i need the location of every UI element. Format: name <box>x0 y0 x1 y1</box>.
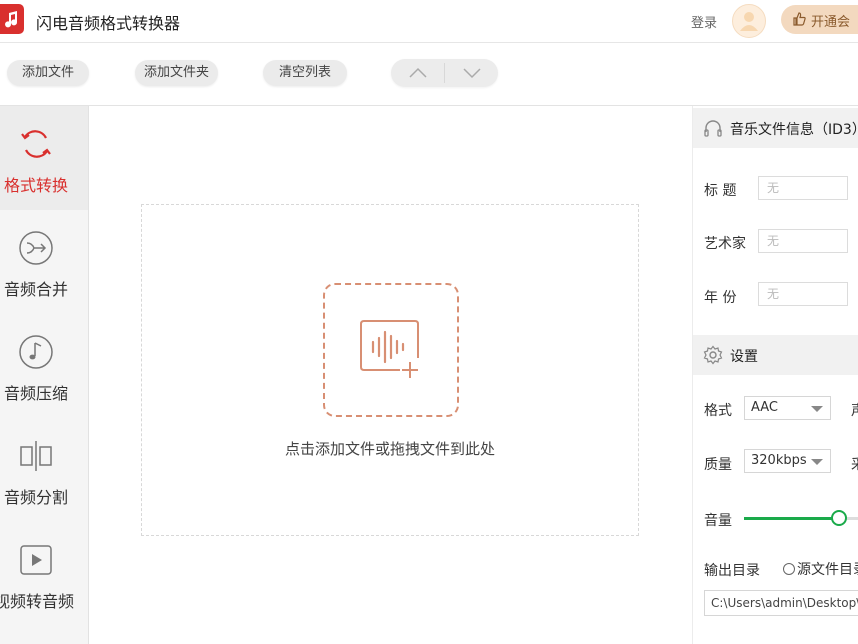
refresh-icon <box>21 130 51 158</box>
sample-rate-label: 采 <box>851 454 858 474</box>
format-value: AAC <box>751 400 778 415</box>
clear-list-button[interactable]: 清空列表 <box>263 60 347 86</box>
drop-hint: 点击添加文件或拖拽文件到此处 <box>284 440 495 458</box>
quality-value: 320kbps <box>751 453 807 468</box>
source-dir-label: 源文件目录 <box>797 562 858 578</box>
channel-label: 声 <box>851 400 858 420</box>
artist-label: 艺术家 <box>704 236 746 252</box>
output-path-field[interactable]: C:\Users\admin\Desktop\ <box>704 590 858 616</box>
source-dir-radio[interactable] <box>783 563 795 575</box>
avatar[interactable] <box>732 4 766 38</box>
chevron-down-icon <box>811 406 823 412</box>
id3-section-header: 音乐文件信息（ID3） <box>693 108 858 148</box>
toolbar: 添加文件 添加文件夹 清空列表 <box>0 43 858 106</box>
format-select[interactable]: AAC <box>744 396 831 420</box>
sidebar-item-label: 音频压缩 <box>3 384 68 403</box>
title-field[interactable]: 无 <box>758 176 848 200</box>
volume-label: 音量 <box>704 513 732 529</box>
settings-header-label: 设置 <box>730 349 758 365</box>
id3-header-label: 音乐文件信息（ID3） <box>730 122 858 138</box>
headphones-icon <box>704 120 722 137</box>
main-area: 点击添加文件或拖拽文件到此处 <box>89 106 692 644</box>
sidebar-item-label: 格式转换 <box>3 176 68 195</box>
play-icon <box>20 545 52 575</box>
move-buttons <box>391 59 498 87</box>
add-audio-icon <box>360 320 419 378</box>
title-label: 标 题 <box>704 183 737 199</box>
thumbs-up-icon <box>793 12 806 26</box>
app-title: 闪电音频格式转换器 <box>36 14 181 33</box>
right-panel: 音乐文件信息（ID3） 标 题 无 艺术家 无 年 份 无 设置 格式 AAC … <box>692 106 858 644</box>
move-up-button[interactable] <box>391 59 444 87</box>
quality-label: 质量 <box>704 457 732 473</box>
app-logo <box>0 4 24 34</box>
year-label: 年 份 <box>704 290 737 306</box>
chevron-up-icon <box>409 67 427 78</box>
sidebar-item-audio-split[interactable]: 音频分割 <box>0 418 88 522</box>
vip-label: 开通会 <box>811 15 851 30</box>
sidebar-item-label: 音频合并 <box>3 280 68 299</box>
year-field[interactable]: 无 <box>758 282 848 306</box>
gear-icon <box>703 345 723 365</box>
sidebar-item-audio-compress[interactable]: 音频压缩 <box>0 314 88 418</box>
sidebar-item-label: 视频转音频 <box>0 592 75 611</box>
user-icon <box>740 12 758 31</box>
chevron-down-icon <box>463 68 481 79</box>
vip-button[interactable]: 开通会 <box>781 5 858 34</box>
music-note-icon <box>19 335 53 369</box>
login-link[interactable]: 登录 <box>691 12 717 31</box>
sidebar-item-video-to-audio[interactable]: 视频转音频 <box>0 522 88 626</box>
move-down-button[interactable] <box>445 59 498 87</box>
volume-fill <box>744 517 840 520</box>
add-folder-button[interactable]: 添加文件夹 <box>135 60 218 86</box>
settings-section-header: 设置 <box>693 335 858 375</box>
sidebar-item-format-convert[interactable]: 格式转换 <box>0 106 88 210</box>
artist-field[interactable]: 无 <box>758 229 848 253</box>
split-icon <box>20 441 52 471</box>
sidebar-item-label: 音频分割 <box>3 488 68 507</box>
sidebar: 格式转换 音频合并 音频压缩 音频分割 视频转音频 <box>0 106 89 644</box>
add-file-button[interactable]: 添加文件 <box>7 60 89 86</box>
drop-zone[interactable]: 点击添加文件或拖拽文件到此处 <box>141 204 639 536</box>
volume-slider-thumb[interactable] <box>831 510 847 526</box>
quality-select[interactable]: 320kbps <box>744 449 831 473</box>
chevron-down-icon <box>811 459 823 465</box>
output-dir-label: 输出目录 <box>704 563 760 579</box>
sidebar-item-audio-merge[interactable]: 音频合并 <box>0 210 88 314</box>
merge-icon <box>19 231 53 265</box>
add-audio-box[interactable] <box>323 283 459 417</box>
title-bar: 闪电音频格式转换器 登录 开通会 <box>0 0 858 43</box>
format-label: 格式 <box>704 403 732 419</box>
